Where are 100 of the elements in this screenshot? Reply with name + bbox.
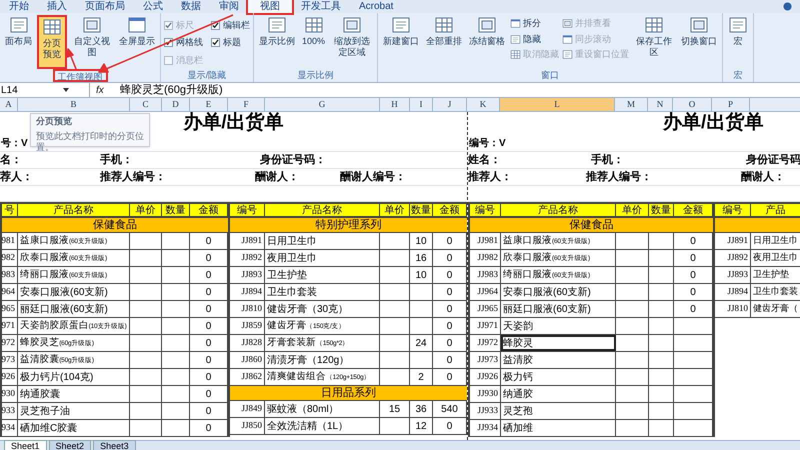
window-icon: [562, 18, 574, 30]
sheet-tab[interactable]: Sheet3: [93, 440, 136, 450]
table-cell: 934: [2, 420, 18, 436]
table-cell: 0: [190, 335, 228, 351]
table-cell: JJ860: [230, 352, 265, 368]
table-cell: 全效洗洁精（1L）: [265, 418, 380, 434]
column-letter[interactable]: C: [130, 98, 162, 111]
table-cell: 天姿韵: [501, 318, 616, 334]
ribbon-button[interactable]: 全部重排: [424, 15, 464, 69]
table-cell: 纳通胶: [501, 386, 616, 402]
table-cell: 0: [433, 233, 467, 249]
ribbon-button[interactable]: 自定义视图: [70, 15, 114, 69]
check-icon: [212, 39, 219, 46]
page-icon: [267, 15, 287, 35]
sheet-tab[interactable]: Sheet2: [48, 440, 92, 450]
ribbon-tab[interactable]: Acrobat: [350, 0, 402, 13]
column-letter[interactable]: A: [0, 98, 18, 111]
column-letter[interactable]: O: [673, 98, 712, 111]
ribbon-tab[interactable]: 开始: [0, 0, 38, 13]
ribbon-button[interactable]: 隐藏: [510, 32, 560, 46]
table-cell: 日用卫生巾: [265, 233, 380, 249]
column-header: 金额: [433, 204, 467, 216]
ribbon-button[interactable]: 缩放到选定区域: [330, 15, 374, 69]
column-header: 单价: [380, 204, 410, 216]
column-letter[interactable]: N: [648, 98, 673, 111]
table-cell: 0: [433, 318, 467, 334]
table-cell: JJ891: [715, 233, 751, 249]
ribbon-button[interactable]: 切换窗口: [679, 15, 720, 69]
column-letter[interactable]: L: [500, 98, 615, 111]
table-cell: 丽廷口服液(60支新): [18, 301, 130, 317]
ribbon-tab[interactable]: 页面布局: [76, 0, 134, 13]
column-header: 金额: [674, 204, 713, 216]
ribbon-tab[interactable]: 视图: [248, 0, 292, 13]
table-cell: JJ892: [715, 250, 751, 266]
table-cell: JJ893: [715, 267, 751, 283]
table-cell: 982: [2, 250, 18, 266]
ribbon-button[interactable]: 保存工作区: [632, 15, 676, 69]
ribbon-button[interactable]: 100%: [300, 15, 328, 69]
column-letter[interactable]: F: [228, 98, 265, 111]
ribbon-button[interactable]: 宏: [726, 15, 750, 69]
ribbon-tab[interactable]: 公式: [134, 0, 172, 13]
table-cell: 24: [410, 335, 433, 351]
column-header: 产品名称: [18, 204, 130, 216]
table-cell: 965: [2, 301, 18, 317]
table-cell: 983: [2, 267, 18, 283]
fx-label[interactable]: fx: [96, 82, 114, 98]
sheet-title: 办单/出货单: [663, 112, 764, 136]
info-label: 荐人：: [0, 170, 33, 185]
table-cell: 0: [674, 267, 713, 283]
column-letter[interactable]: I: [410, 98, 433, 111]
table-cell: 0: [674, 284, 713, 300]
table-cell: 0: [190, 284, 228, 300]
table-cell: 0: [433, 418, 467, 434]
table-cell: JJ892: [230, 250, 265, 266]
ribbon-tab[interactable]: 开发工具: [292, 0, 350, 13]
column-header: 号: [2, 204, 18, 216]
table-cell: 益清胶: [501, 352, 616, 368]
info-label: 手机：: [100, 152, 133, 168]
ribbon-tab[interactable]: 审阅: [210, 0, 248, 13]
ribbon-button[interactable]: 分页预览: [37, 15, 67, 69]
table-cell: JJ859: [230, 318, 265, 334]
ribbon-button[interactable]: 面布局: [3, 15, 34, 69]
caret-icon[interactable]: [62, 86, 70, 94]
column-letter[interactable]: D: [162, 98, 190, 111]
column-letter[interactable]: H: [380, 98, 410, 111]
ribbon-button[interactable]: 显示比例: [257, 15, 297, 69]
page-icon: [728, 15, 748, 35]
info-label: 手机：: [591, 152, 624, 168]
ribbon-tab[interactable]: 数据: [172, 0, 210, 13]
ribbon-button[interactable]: 拆分: [510, 17, 560, 30]
info-label: 酬谢人编号：: [340, 170, 406, 185]
ribbon-button[interactable]: 冻结窗格: [467, 15, 508, 69]
column-header: 单价: [616, 204, 649, 216]
table-cell: 930: [2, 386, 18, 402]
table-cell: 夜用卫生巾: [265, 250, 380, 266]
column-letter[interactable]: J: [433, 98, 467, 111]
help-icon[interactable]: [783, 2, 792, 11]
table-cell: 0: [674, 301, 713, 317]
ribbon-button[interactable]: 全屏显示: [117, 15, 157, 69]
column-letter[interactable]: P: [712, 98, 750, 111]
table-cell: 极力钙片(104克): [18, 369, 130, 385]
table-cell: JJ849: [230, 401, 265, 417]
table-cell: JJ930: [470, 386, 501, 402]
table-cell: JJ965: [470, 301, 501, 317]
table-cell: 16: [410, 250, 433, 266]
table-cell: JJ810: [230, 301, 265, 317]
column-letter[interactable]: B: [18, 98, 130, 111]
checkbox[interactable]: 标题: [211, 34, 250, 52]
ribbon-button[interactable]: 新建窗口: [381, 15, 422, 69]
table-cell: 0: [190, 318, 228, 334]
ribbon-tab[interactable]: 插入: [38, 0, 76, 13]
info-label: 编号：V: [468, 136, 506, 150]
column-letter[interactable]: G: [265, 98, 380, 111]
group-label: 窗口: [541, 69, 560, 82]
column-letter[interactable]: M: [615, 98, 648, 111]
column-letter[interactable]: E: [190, 98, 228, 111]
column-header: 产品: [751, 204, 800, 216]
group-label: 显示比例: [298, 69, 334, 82]
sheet-tab[interactable]: Sheet1: [4, 440, 47, 450]
section-header: 日用品系列: [230, 386, 467, 401]
